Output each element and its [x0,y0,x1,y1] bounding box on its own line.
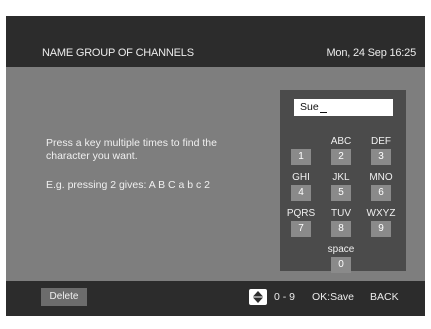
key-6[interactable]: MNO 6 [366,171,396,201]
date-time: Mon, 24 Sep 16:25 [326,47,416,59]
content-area: Press a key multiple times to find the c… [6,67,425,281]
key-6-digit: 6 [371,185,391,201]
instructions-text: Press a key multiple times to find the c… [46,137,217,162]
name-input-value: Sue [300,101,319,113]
back-hint: BACK [370,291,399,303]
key-2-letters: ABC [330,136,352,147]
key-0[interactable]: space 0 [326,243,356,273]
key-8-digit: 8 [331,221,351,237]
up-down-arrows-icon [249,289,267,305]
key-9-digit: 9 [371,221,391,237]
key-2[interactable]: ABC 2 [326,135,356,165]
key-7-digit: 7 [291,221,311,237]
key-3[interactable]: DEF 3 [366,135,396,165]
text-cursor [319,112,327,113]
key-4-digit: 4 [291,185,311,201]
key-0-letters: space [327,244,355,255]
key-1-digit: 1 [291,149,311,165]
tv-screen: NAME GROUP OF CHANNELS Mon, 24 Sep 16:25… [6,16,425,316]
keypad-panel: Sue 1 ABC 2 DEF 3 GHI 4 JKL 5 MNO 6 PQRS… [280,90,406,273]
header-bar: NAME GROUP OF CHANNELS Mon, 24 Sep 16:25 [6,16,425,67]
ok-save-hint: OK:Save [312,291,355,303]
key-7[interactable]: PQRS 7 [286,207,316,237]
key-5-letters: JKL [332,172,350,183]
key-1-letters [286,135,316,148]
page-title: NAME GROUP OF CHANNELS [42,47,194,59]
key-5-digit: 5 [331,185,351,201]
delete-button[interactable]: Delete [41,288,87,306]
key-2-digit: 2 [331,149,351,165]
key-7-letters: PQRS [286,208,316,219]
key-0-digit: 0 [331,257,351,273]
key-4[interactable]: GHI 4 [286,171,316,201]
name-input[interactable]: Sue [294,99,393,116]
footer-bar: Delete 0 - 9 OK:Save BACK [6,281,425,316]
key-3-letters: DEF [371,136,391,147]
key-8-letters: TUV [331,208,351,219]
key-1[interactable]: 1 [286,135,316,165]
example-text: E.g. pressing 2 gives: A B C a b c 2 [46,179,211,191]
key-4-letters: GHI [292,172,310,183]
key-5[interactable]: JKL 5 [326,171,356,201]
key-9[interactable]: WXYZ 9 [366,207,396,237]
key-3-digit: 3 [371,149,391,165]
key-8[interactable]: TUV 8 [326,207,356,237]
key-9-letters: WXYZ [366,208,396,219]
key-6-letters: MNO [369,172,393,183]
digits-hint: 0 - 9 [274,291,296,303]
